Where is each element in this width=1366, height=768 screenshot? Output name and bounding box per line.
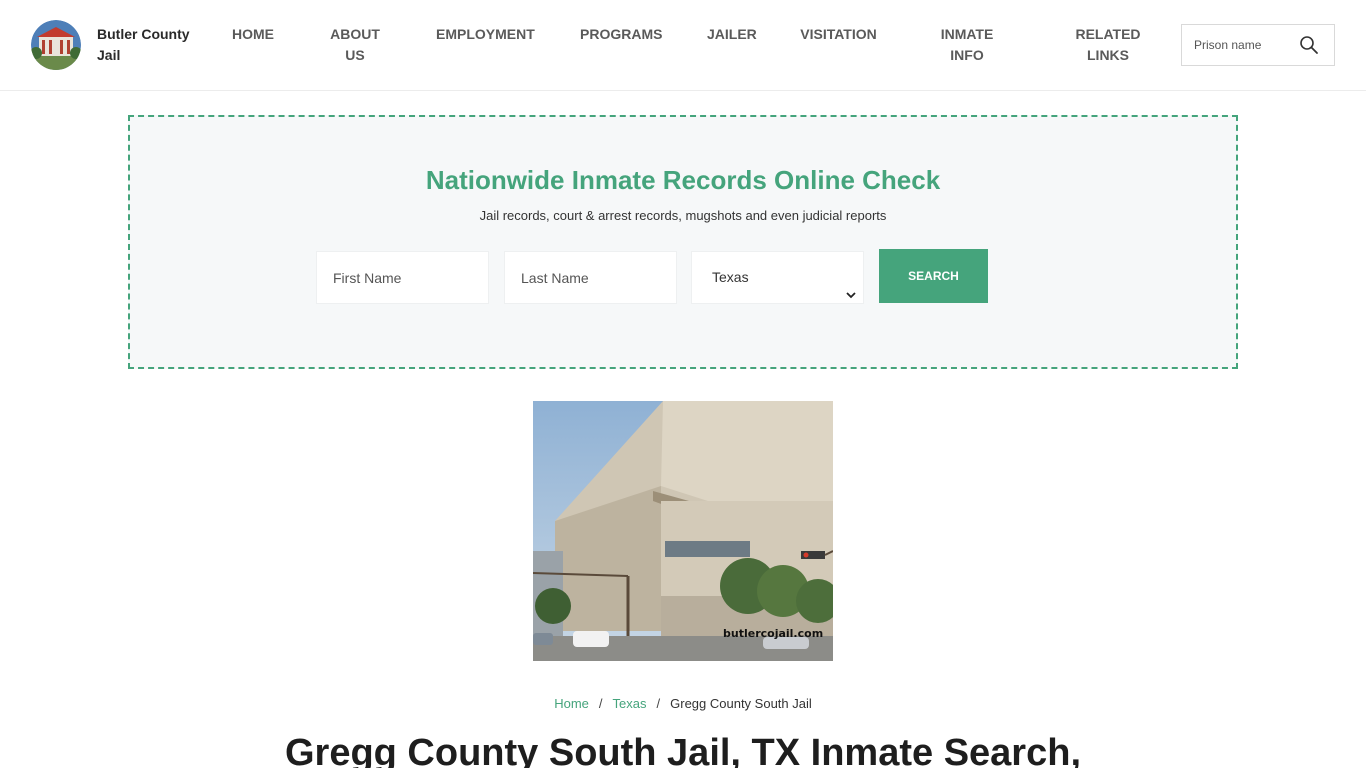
breadcrumb-state[interactable]: Texas — [613, 696, 647, 711]
nav-visitation[interactable]: VISITATION — [799, 24, 878, 45]
site-header: Butler County Jail HOME ABOUT US EMPLOYM… — [0, 0, 1366, 91]
breadcrumb-home[interactable]: Home — [554, 696, 589, 711]
state-select[interactable]: Texas — [691, 251, 864, 304]
first-name-input[interactable] — [317, 252, 488, 303]
first-name-field — [316, 251, 489, 304]
chevron-down-icon — [845, 271, 857, 299]
nav-inmate-info[interactable]: INMATE INFO — [935, 24, 999, 66]
state-select-value: Texas — [712, 269, 749, 285]
search-icon[interactable] — [1298, 34, 1320, 56]
breadcrumb-separator: / — [656, 696, 661, 711]
nav-related-links[interactable]: RELATED LINKS — [1072, 24, 1144, 66]
last-name-field — [504, 251, 677, 304]
inmate-records-panel: Nationwide Inmate Records Online Check J… — [128, 115, 1238, 369]
nav-jailer[interactable]: JAILER — [707, 24, 757, 45]
breadcrumb-current: Gregg County South Jail — [670, 696, 812, 711]
panel-subtitle: Jail records, court & arrest records, mu… — [479, 208, 887, 223]
prison-search-box — [1181, 24, 1335, 66]
nav-about-us[interactable]: ABOUT US — [329, 24, 381, 66]
nav-programs[interactable]: PROGRAMS — [580, 24, 662, 45]
photo-watermark: butlercojail.com — [723, 627, 823, 640]
nav-employment[interactable]: EMPLOYMENT — [436, 24, 535, 45]
panel-title: Nationwide Inmate Records Online Check — [425, 165, 941, 195]
breadcrumb: Home / Texas / Gregg County South Jail — [0, 696, 1366, 711]
site-logo[interactable] — [31, 20, 81, 70]
last-name-input[interactable] — [505, 252, 676, 303]
site-name[interactable]: Butler County Jail — [97, 24, 197, 66]
jail-photo: butlercojail.com — [533, 401, 833, 661]
search-button[interactable]: SEARCH — [879, 249, 988, 303]
nav-home[interactable]: HOME — [231, 24, 275, 45]
prison-search-input[interactable] — [1182, 25, 1292, 65]
breadcrumb-separator: / — [598, 696, 603, 711]
page-title: Gregg County South Jail, TX Inmate Searc… — [284, 732, 1082, 768]
